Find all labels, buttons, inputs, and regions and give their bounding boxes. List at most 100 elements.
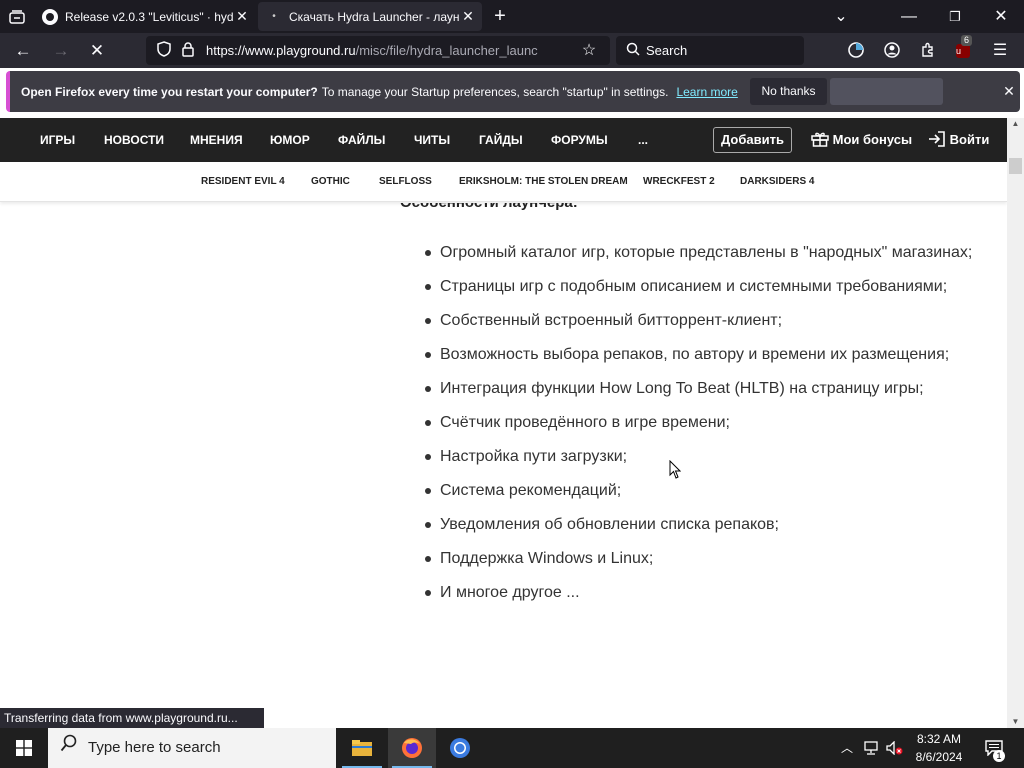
clock-time: 8:32 AM (916, 732, 962, 746)
hamburger-menu-icon[interactable]: ☰ (987, 33, 1013, 68)
list-item: Огромный каталог игр, которые представле… (425, 242, 995, 276)
scroll-down-icon[interactable]: ▼ (1007, 716, 1024, 728)
close-tab-icon[interactable]: ✕ (460, 8, 476, 25)
menu-item-forums[interactable]: ФОРУМЫ (551, 118, 608, 162)
login-icon (928, 131, 950, 147)
file-explorer-icon[interactable] (338, 728, 386, 768)
scroll-up-icon[interactable]: ▲ (1007, 118, 1024, 130)
game-subnav: RESIDENT EVIL 4 GOTHIC SELFLOSS ERIKSHOL… (0, 162, 1007, 202)
firefox-view-icon[interactable] (843, 33, 869, 68)
scrollbar-thumb[interactable] (1009, 158, 1022, 174)
features-heading: Особенности лаунчера: (400, 203, 578, 211)
list-item: Возможность выбора репаков, по автору и … (425, 344, 995, 378)
list-item: Уведомления об обновлении списка репаков… (425, 514, 995, 548)
forward-arrow-icon[interactable]: → (46, 33, 76, 68)
tab-bar: Release v2.0.3 "Leviticus" · hydra ✕ • С… (0, 0, 1024, 33)
list-item: Система рекомендаций; (425, 480, 995, 514)
status-bar: Transferring data from www.playground.ru… (0, 708, 264, 728)
list-all-tabs-icon[interactable]: ⌄ (828, 0, 854, 33)
mouse-cursor-icon (669, 459, 682, 485)
site-header: ИГРЫ НОВОСТИ МНЕНИЯ ЮМОР ФАЙЛЫ ЧИТЫ ГАЙД… (0, 118, 1007, 162)
list-item: Счётчик проведённого в игре времени; (425, 412, 995, 446)
system-clock[interactable]: 8:32 AM 8/6/2024 (904, 730, 974, 766)
subnav-item[interactable]: RESIDENT EVIL 4 (201, 162, 285, 202)
subnav-item[interactable]: GOTHIC (311, 162, 350, 202)
subnav-item[interactable]: SELFLOSS (379, 162, 432, 202)
startup-notification-bar: Open Firefox every time you restart your… (6, 71, 1020, 112)
notification-count-badge: 1 (993, 750, 1005, 762)
set-startup-button[interactable] (830, 78, 943, 105)
tab-playground-active[interactable]: • Скачать Hydra Launcher - лаунч ✕ (258, 2, 482, 31)
action-center-icon[interactable] (982, 728, 1006, 768)
notification-bold-text: Open Firefox every time you restart your… (21, 84, 318, 99)
close-window-icon[interactable]: ✕ (988, 0, 1014, 33)
menu-item-news[interactable]: НОВОСТИ (104, 118, 164, 162)
windows-taskbar: Type here to search ︿ 8:32 AM 8/6/2024 1 (0, 728, 1024, 768)
list-item: Настройка пути загрузки; (425, 446, 995, 480)
back-arrow-icon[interactable]: ← (8, 33, 38, 68)
tab-title: Скачать Hydra Launcher - лаунч (289, 9, 460, 24)
login-label: Войти (949, 132, 990, 147)
learn-more-link[interactable]: Learn more (676, 85, 737, 99)
close-tab-icon[interactable]: ✕ (234, 8, 250, 25)
login-link[interactable]: Войти (928, 118, 989, 162)
tab-list-icon[interactable] (4, 0, 30, 33)
account-icon[interactable] (879, 33, 905, 68)
ublock-origin-icon[interactable]: u (956, 44, 970, 58)
new-tab-button[interactable]: + (487, 0, 513, 33)
show-hidden-icons-chevron-icon[interactable]: ︿ (836, 728, 858, 768)
github-icon (42, 8, 58, 25)
url-text: https://www.playground.ru/misc/file/hydr… (206, 43, 538, 58)
url-bar[interactable]: https://www.playground.ru/misc/file/hydr… (146, 36, 610, 65)
bonuses-label: Мои бонусы (832, 132, 913, 147)
menu-item-guides[interactable]: ГАЙДЫ (479, 118, 523, 162)
menu-item-more[interactable]: ... (638, 118, 648, 162)
notification-text: To manage your Startup preferences, sear… (321, 84, 669, 99)
loading-spinner-icon: • (272, 10, 276, 22)
restore-icon[interactable]: ❐ (942, 0, 968, 33)
stop-loading-icon[interactable]: ✕ (82, 33, 112, 68)
features-list: Огромный каталог игр, которые представле… (425, 242, 995, 616)
navigation-toolbar: ← → ✕ https://www.playground.ru/misc/fil… (0, 33, 1024, 68)
menu-item-opinions[interactable]: МНЕНИЯ (190, 118, 243, 162)
windows-start-icon[interactable] (0, 728, 48, 768)
search-icon (60, 728, 78, 768)
list-item: Поддержка Windows и Linux; (425, 548, 995, 582)
lock-icon[interactable] (178, 41, 198, 60)
menu-item-files[interactable]: ФАЙЛЫ (338, 118, 385, 162)
chrome-icon[interactable] (436, 728, 484, 768)
search-icon (626, 42, 640, 59)
menu-item-cheats[interactable]: ЧИТЫ (414, 118, 450, 162)
shield-icon[interactable] (154, 41, 174, 60)
list-item: Страницы игр с подобным описанием и сист… (425, 276, 995, 310)
subnav-item[interactable]: ERIKSHOLM: THE STOLEN DREAM (459, 162, 628, 202)
ublock-count-badge: 6 (961, 35, 973, 46)
tab-title: Release v2.0.3 "Leviticus" · hydra (65, 9, 234, 24)
list-item: Интеграция функции How Long To Beat (HLT… (425, 378, 995, 412)
list-item: И многое другое ... (425, 582, 995, 616)
tab-github-release[interactable]: Release v2.0.3 "Leviticus" · hydra ✕ (34, 2, 256, 31)
extensions-icon[interactable] (915, 33, 941, 68)
bookmark-star-icon[interactable]: ☆ (574, 33, 604, 68)
no-thanks-button[interactable]: No thanks (750, 78, 827, 105)
gift-icon (811, 132, 833, 147)
taskbar-search-placeholder: Type here to search (88, 739, 221, 756)
clock-date: 8/6/2024 (915, 750, 963, 764)
add-button[interactable]: Добавить (713, 127, 792, 153)
menu-item-games[interactable]: ИГРЫ (40, 118, 75, 162)
search-placeholder: Search (646, 43, 688, 58)
close-notification-icon[interactable]: ✕ (999, 71, 1019, 112)
page-content: Особенности лаунчера: Огромный каталог и… (0, 203, 1007, 708)
bonuses-link[interactable]: Мои бонусы (811, 118, 912, 162)
network-icon[interactable] (860, 728, 882, 768)
minimize-icon[interactable]: — (896, 0, 922, 33)
subnav-item[interactable]: DARKSIDERS 4 (740, 162, 814, 202)
subnav-item[interactable]: WRECKFEST 2 (643, 162, 715, 202)
menu-item-humor[interactable]: ЮМОР (270, 118, 310, 162)
volume-muted-icon[interactable] (884, 728, 906, 768)
scrollbar[interactable]: ▲ ▼ (1007, 118, 1024, 728)
firefox-icon[interactable] (388, 728, 436, 768)
taskbar-search-box[interactable]: Type here to search (48, 728, 336, 768)
search-bar[interactable]: Search (616, 36, 804, 65)
list-item: Собственный встроенный битторрент-клиент… (425, 310, 995, 344)
